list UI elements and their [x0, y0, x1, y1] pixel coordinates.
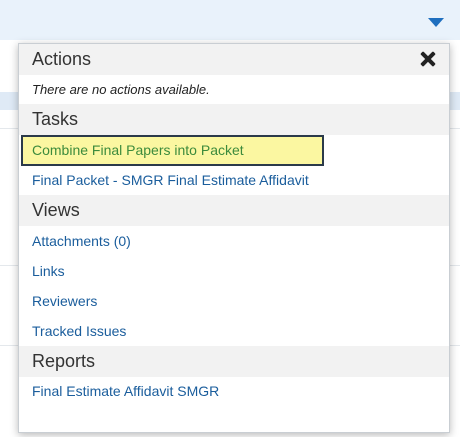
view-item-attachments[interactable]: Attachments (0): [19, 226, 449, 256]
tasks-header: Tasks: [19, 104, 449, 135]
actions-header: Actions: [19, 44, 449, 75]
view-item-reviewers[interactable]: Reviewers: [19, 286, 449, 316]
reports-header: Reports: [19, 346, 449, 377]
reports-title: Reports: [32, 351, 96, 371]
view-item-links[interactable]: Links: [19, 256, 449, 286]
close-icon[interactable]: [417, 48, 439, 70]
actions-popup: Actions There are no actions available. …: [18, 43, 450, 433]
views-header: Views: [19, 195, 449, 226]
actions-title: Actions: [32, 49, 92, 69]
views-title: Views: [32, 200, 80, 220]
no-actions-message: There are no actions available.: [32, 82, 210, 97]
task-item-final-packet[interactable]: Final Packet - SMGR Final Estimate Affid…: [19, 166, 449, 195]
report-item-final-estimate-affidavit[interactable]: Final Estimate Affidavit SMGR: [19, 377, 449, 406]
task-item-combine-final-papers[interactable]: Combine Final Papers into Packet: [21, 135, 324, 166]
tasks-title: Tasks: [32, 109, 79, 129]
view-item-tracked-issues[interactable]: Tracked Issues: [19, 316, 449, 346]
dropdown-caret-icon[interactable]: [428, 18, 444, 27]
page-top-bar: [0, 0, 460, 40]
